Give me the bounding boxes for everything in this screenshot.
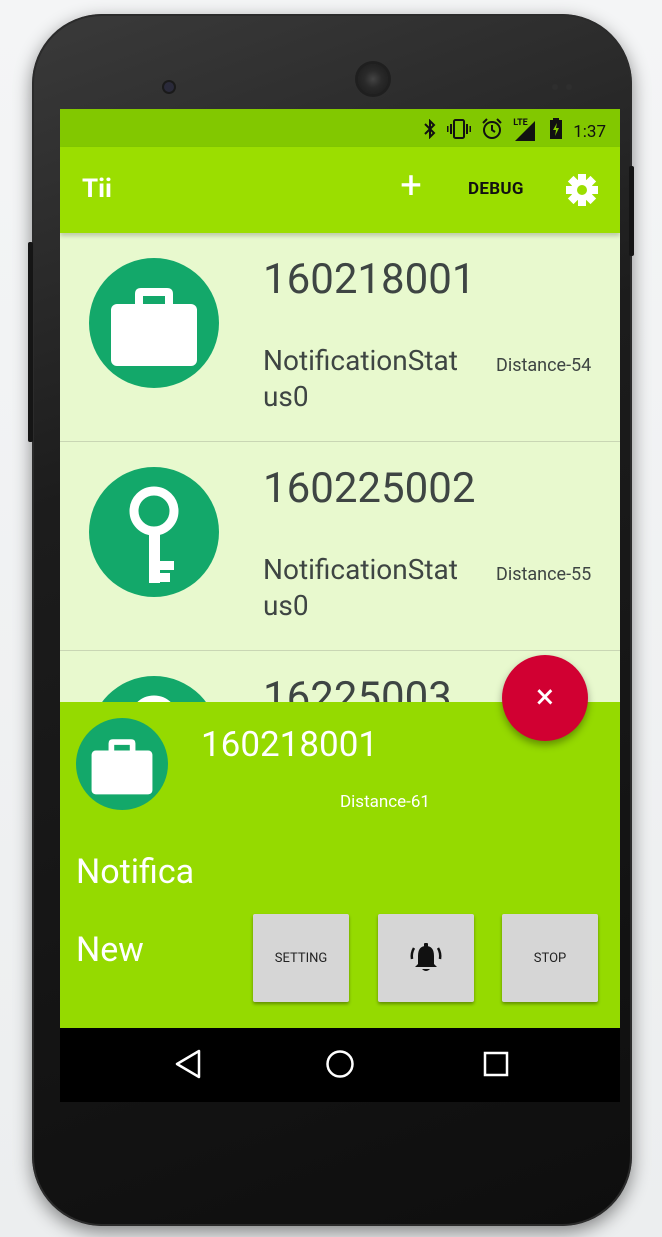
close-fab-button[interactable]: × bbox=[502, 655, 588, 741]
add-button[interactable]: + bbox=[396, 165, 426, 207]
volume-button bbox=[629, 166, 634, 256]
notification-panel: 160218001 Distance-61 Notifica New SETTI… bbox=[60, 702, 620, 1028]
stop-button[interactable]: STOP bbox=[502, 914, 598, 1002]
clock-time: 1:37 bbox=[573, 121, 606, 142]
earpiece-speaker bbox=[358, 64, 388, 94]
lte-signal-icon: LTE bbox=[513, 117, 539, 143]
panel-distance: Distance-61 bbox=[340, 792, 430, 812]
recent-apps-icon[interactable] bbox=[483, 1051, 509, 1077]
list-item[interactable]: 160218001 NotificationStatus0 Distance-5… bbox=[60, 233, 620, 442]
alarm-icon bbox=[481, 118, 503, 145]
battery-charging-icon bbox=[549, 118, 563, 145]
briefcase-icon bbox=[91, 739, 153, 795]
item-id: 160218001 bbox=[263, 255, 476, 304]
back-icon[interactable] bbox=[173, 1048, 203, 1080]
setting-button[interactable]: SETTING bbox=[253, 914, 349, 1002]
vibrate-icon bbox=[447, 119, 472, 144]
alarm-button[interactable] bbox=[378, 914, 474, 1002]
light-sensor bbox=[566, 84, 572, 90]
panel-new-label: New bbox=[76, 930, 144, 970]
front-camera bbox=[164, 82, 174, 92]
proximity-sensor bbox=[552, 84, 558, 90]
avatar bbox=[76, 718, 168, 810]
lte-label: LTE bbox=[513, 117, 528, 128]
item-distance: Distance-54 bbox=[496, 355, 592, 376]
home-icon[interactable] bbox=[325, 1049, 355, 1079]
list-item[interactable]: 160225002 NotificationStatus0 Distance-5… bbox=[60, 442, 620, 651]
debug-button[interactable]: DEBUG bbox=[468, 179, 524, 199]
status-bar: LTE 1:37 bbox=[60, 109, 620, 147]
key-icon bbox=[129, 486, 179, 583]
app-toolbar: Tii + DEBUG bbox=[60, 147, 620, 233]
avatar bbox=[89, 467, 219, 597]
bluetooth-icon bbox=[423, 118, 437, 144]
status-icons: LTE 1:37 bbox=[423, 118, 606, 145]
panel-status: Notifica bbox=[76, 852, 195, 892]
power-button bbox=[28, 242, 33, 442]
panel-id: 160218001 bbox=[201, 724, 379, 765]
item-id: 160225002 bbox=[263, 464, 476, 513]
item-distance: Distance-55 bbox=[496, 564, 592, 585]
briefcase-icon bbox=[111, 288, 197, 366]
navigation-bar bbox=[60, 1028, 620, 1102]
app-title: Tii bbox=[82, 174, 112, 204]
item-status: NotificationStatus0 bbox=[263, 553, 458, 622]
screen: LTE 1:37 Tii + DEBUG 160218001 Notificat… bbox=[60, 109, 620, 1102]
bell-ringing-icon bbox=[410, 943, 442, 971]
gear-icon[interactable] bbox=[565, 173, 599, 207]
item-status: NotificationStatus0 bbox=[263, 344, 458, 413]
avatar bbox=[89, 258, 219, 388]
